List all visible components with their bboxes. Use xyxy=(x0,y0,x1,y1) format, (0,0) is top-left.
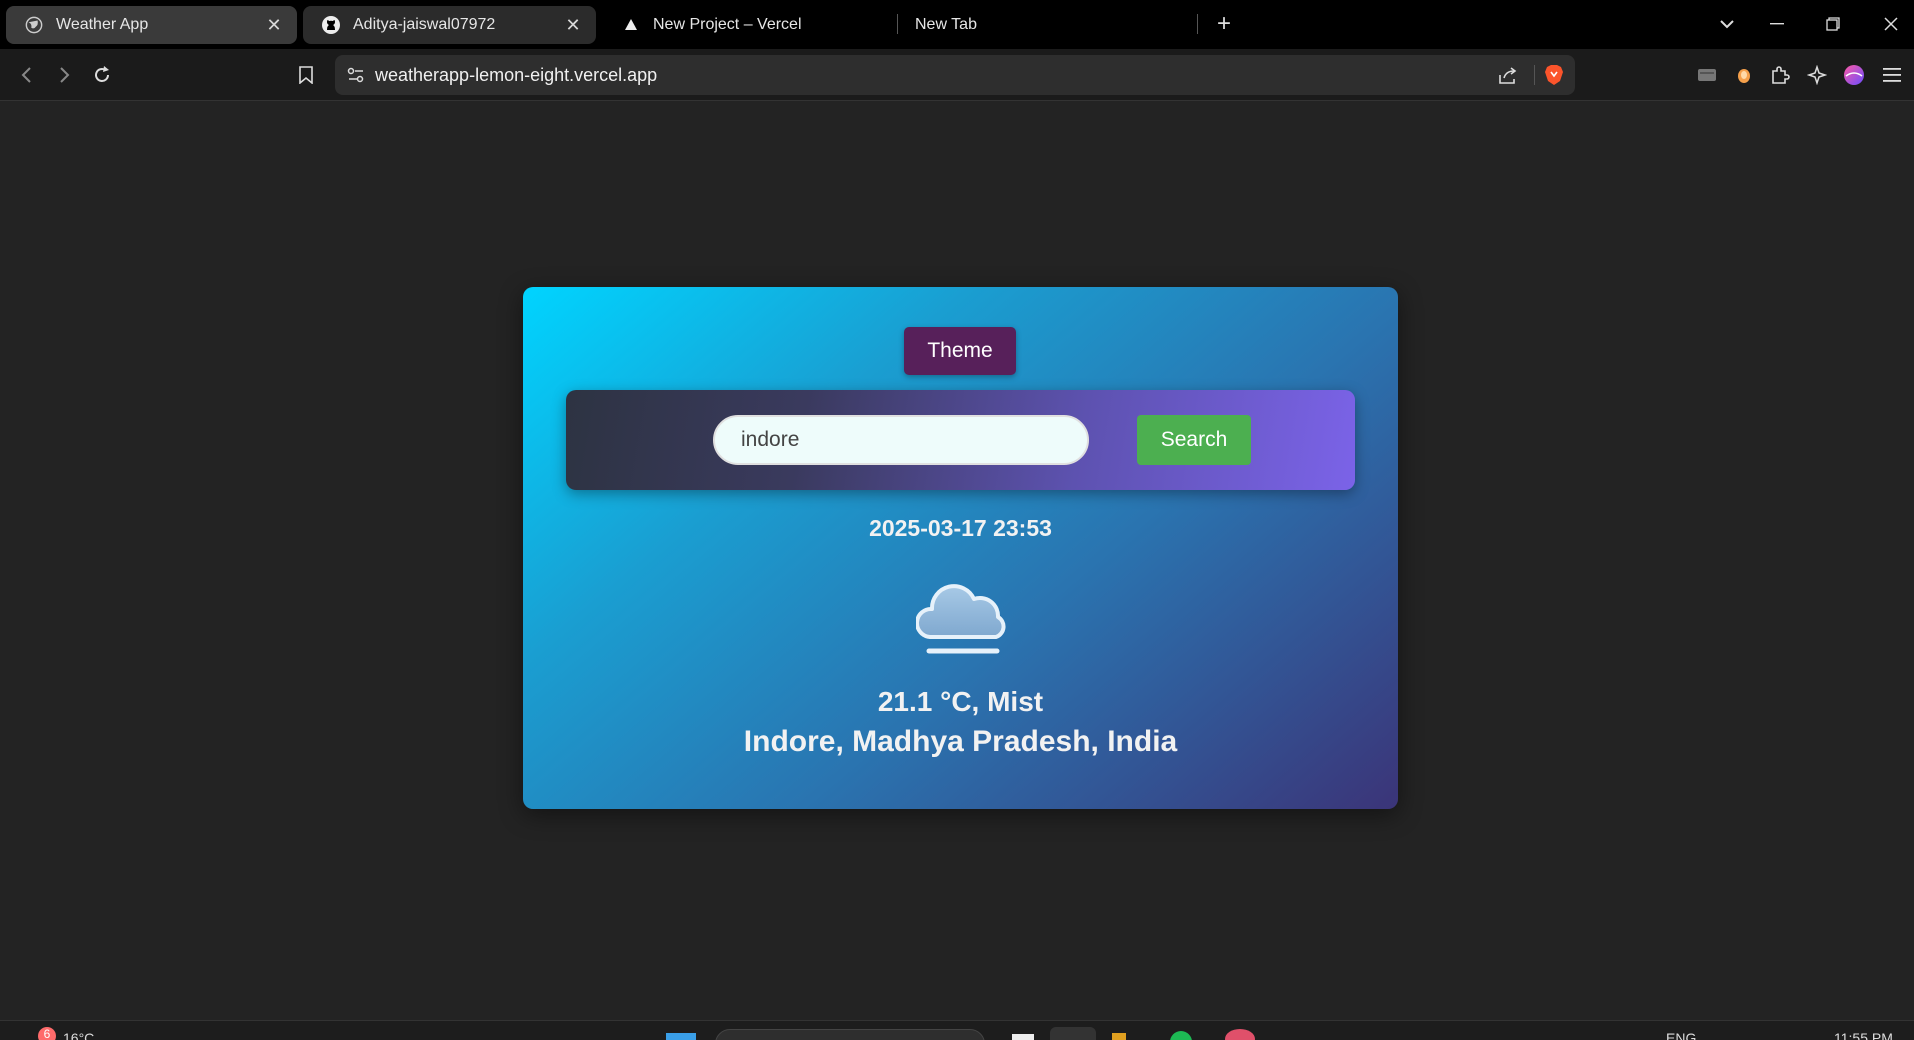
tab-weather-app[interactable]: Weather App ✕ xyxy=(6,6,297,44)
share-icon[interactable] xyxy=(1497,65,1519,87)
tab-title: Weather App xyxy=(56,16,149,33)
search-panel: Search xyxy=(566,390,1355,490)
tab-search-chevron-icon[interactable] xyxy=(1712,10,1742,38)
vercel-triangle-icon xyxy=(621,15,641,35)
taskbar-weather-temp[interactable]: 16°C xyxy=(63,1030,94,1040)
brave-shields-icon[interactable] xyxy=(1543,64,1565,86)
omnibox-divider xyxy=(1534,65,1535,85)
app-taskbar-icon[interactable] xyxy=(1225,1029,1255,1040)
minimize-icon[interactable] xyxy=(1762,10,1792,38)
language-indicator[interactable]: ENG xyxy=(1666,1030,1696,1040)
site-settings-icon[interactable] xyxy=(347,66,365,84)
folder-taskbar-icon[interactable] xyxy=(1112,1033,1126,1040)
weather-card: Theme Search 2025-03-17 23:53 21.1 °C, M… xyxy=(523,287,1398,809)
theme-toggle-button[interactable]: Theme xyxy=(904,327,1016,375)
reload-icon[interactable] xyxy=(88,61,116,89)
search-button[interactable]: Search xyxy=(1137,415,1251,465)
city-search-input[interactable] xyxy=(713,415,1089,465)
forward-icon[interactable] xyxy=(50,61,78,89)
weather-badge-count: 6 xyxy=(43,1027,51,1040)
spotify-taskbar-icon[interactable] xyxy=(1170,1031,1192,1040)
brave-taskbar-icon[interactable] xyxy=(1050,1027,1096,1040)
rewards-extension-icon[interactable] xyxy=(1730,61,1758,89)
browser-tab-strip: Weather App ✕ Aditya-jaiswal07972 ✕ New … xyxy=(0,0,1914,49)
local-datetime: 2025-03-17 23:53 xyxy=(869,515,1052,541)
close-tab-icon[interactable]: ✕ xyxy=(263,14,285,36)
location-name: Indore, Madhya Pradesh, India xyxy=(743,725,1178,758)
address-bar[interactable]: weatherapp-lemon-eight.vercel.app xyxy=(335,55,1575,95)
tab-github[interactable]: Aditya-jaiswal07972 ✕ xyxy=(303,6,596,44)
tab-divider xyxy=(1197,14,1198,34)
bookmark-icon[interactable] xyxy=(292,61,320,89)
weather-badge[interactable]: 6 xyxy=(38,1027,56,1040)
github-icon xyxy=(321,15,341,35)
menu-hamburger-icon[interactable] xyxy=(1878,61,1906,89)
tab-vercel[interactable]: New Project – Vercel xyxy=(603,6,893,44)
browser-toolbar: weatherapp-lemon-eight.vercel.app xyxy=(0,49,1914,101)
clock[interactable]: 11:55 PM xyxy=(1834,1030,1893,1040)
globe-icon xyxy=(24,15,44,35)
extensions-puzzle-icon[interactable] xyxy=(1766,61,1794,89)
new-tab-plus-icon[interactable]: + xyxy=(1210,10,1238,38)
windows-start-icon[interactable] xyxy=(666,1033,696,1040)
tab-title: New Tab xyxy=(915,16,977,33)
tab-new-tab[interactable]: New Tab xyxy=(898,6,1198,44)
close-tab-icon[interactable]: ✕ xyxy=(562,14,584,36)
os-taskbar: 6 16°C ENG 11:55 PM xyxy=(0,1020,1914,1040)
taskbar-search-box[interactable] xyxy=(715,1029,985,1040)
profile-avatar[interactable] xyxy=(1840,61,1868,89)
file-explorer-icon[interactable] xyxy=(1012,1034,1034,1040)
temperature-condition: 21.1 °C, Mist xyxy=(877,686,1044,717)
close-window-icon[interactable] xyxy=(1876,10,1906,38)
wallet-extension-icon[interactable] xyxy=(1693,61,1721,89)
back-icon[interactable] xyxy=(13,61,41,89)
restore-icon[interactable] xyxy=(1818,10,1848,38)
url-text: weatherapp-lemon-eight.vercel.app xyxy=(375,64,658,85)
tab-title: Aditya-jaiswal07972 xyxy=(353,16,496,33)
mist-cloud-icon xyxy=(914,577,1010,657)
tab-title: New Project – Vercel xyxy=(653,16,802,33)
leo-ai-icon[interactable] xyxy=(1803,61,1831,89)
